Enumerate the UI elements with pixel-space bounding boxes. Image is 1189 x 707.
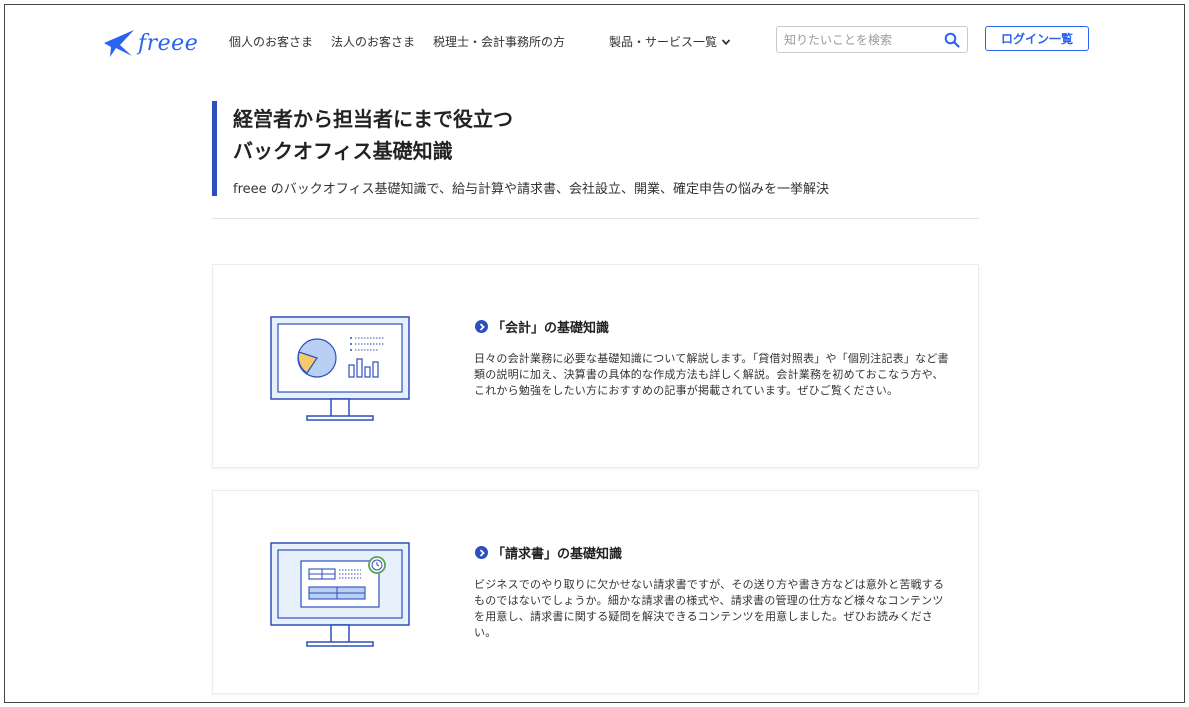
card-description: 日々の会計業務に必要な基礎知識について解説します。「貸借対照表」や「個別注記表」… [474, 352, 949, 397]
products-menu[interactable]: 製品・サービス一覧 [609, 33, 731, 50]
divider [212, 218, 979, 219]
bird-logo-icon [104, 30, 134, 57]
hero-accent-bar [212, 101, 217, 196]
search-box [776, 26, 968, 53]
card-description: ビジネスでのやり取りに欠かせない請求書ですが、その送り方や書き方などは意外と苦戦… [474, 578, 945, 639]
card-invoice[interactable]: 「請求書」の基礎知識 ビジネスでのやり取りに欠かせない請求書ですが、その送り方や… [212, 490, 979, 694]
logo-wordmark: freee [138, 30, 199, 56]
card-title-text: 「請求書」の基礎知識 [492, 547, 623, 562]
nav-corporate[interactable]: 法人のお客さま [331, 33, 415, 50]
chevron-right-icon [475, 546, 488, 559]
page-frame: freee 個人のお客さま 法人のお客さま 税理士・会計事務所の方 製品・サービ… [4, 4, 1185, 703]
nav-accountants[interactable]: 税理士・会計事務所の方 [433, 33, 565, 50]
card-accounting[interactable]: 「会計」の基礎知識 日々の会計業務に必要な基礎知識について解説します。「貸借対照… [212, 264, 979, 468]
chevron-right-icon [475, 320, 488, 333]
products-label: 製品・サービス一覧 [609, 35, 718, 49]
page-subtitle: freee のバックオフィス基礎知識で、給与計算や請求書、会社設立、開業、確定申… [233, 182, 829, 197]
login-button[interactable]: ログイン一覧 [985, 26, 1089, 51]
card-title-text: 「会計」の基礎知識 [492, 321, 610, 336]
card-title[interactable]: 「会計」の基礎知識 [475, 317, 609, 336]
title-line-1: 経営者から担当者にまで役立つ [233, 107, 513, 131]
freee-logo[interactable]: freee [102, 23, 202, 63]
card-title[interactable]: 「請求書」の基礎知識 [475, 543, 622, 562]
chevron-down-icon [721, 38, 731, 45]
nav-personal[interactable]: 個人のお客さま [229, 33, 313, 50]
search-icon[interactable] [944, 32, 960, 48]
title-line-2: バックオフィス基礎知識 [233, 139, 453, 163]
page-title: 経営者から担当者にまで役立つ バックオフィス基礎知識 [233, 103, 513, 167]
search-input[interactable] [777, 27, 937, 52]
monitor-chart-icon [270, 316, 410, 421]
monitor-invoice-icon [270, 542, 410, 647]
